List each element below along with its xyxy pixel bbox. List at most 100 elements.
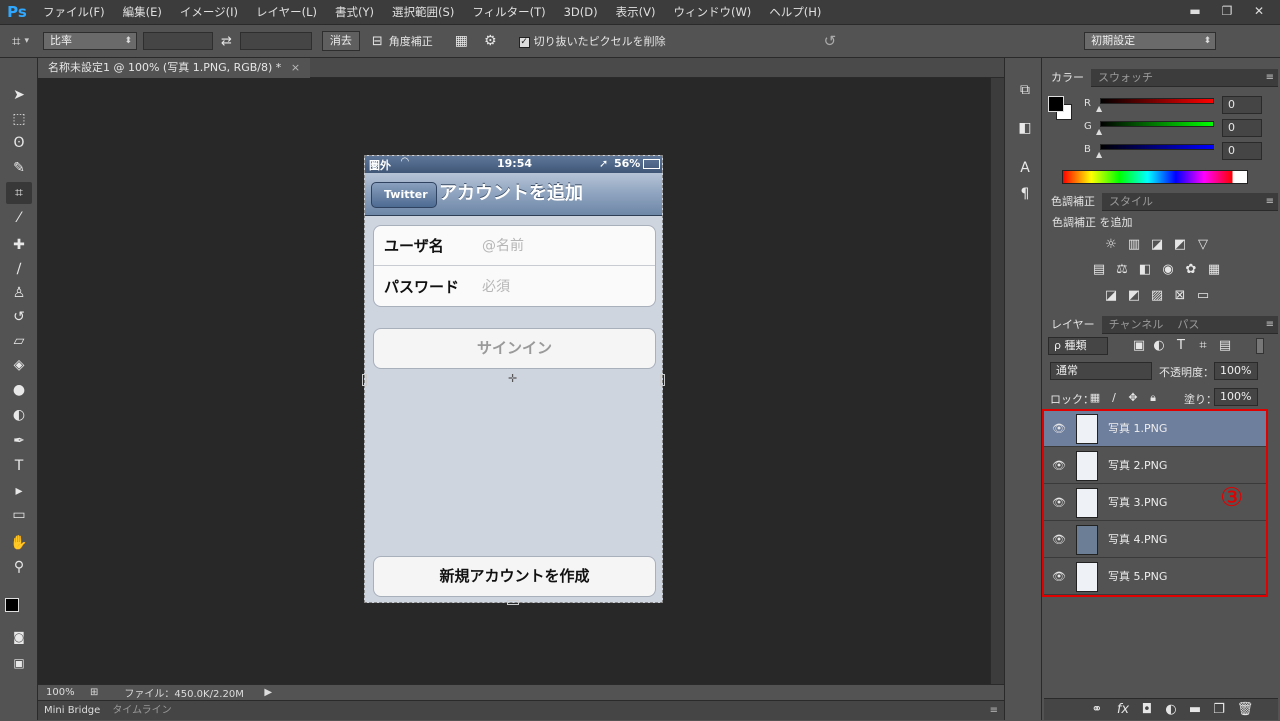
ratio-width-field[interactable] bbox=[142, 32, 213, 50]
new-layer-icon[interactable]: ❐ bbox=[1210, 701, 1228, 719]
menu-view[interactable]: 表示(V) bbox=[607, 0, 665, 24]
layer-filter-select[interactable]: ρ 種類 bbox=[1048, 337, 1108, 355]
menu-select[interactable]: 選択範囲(S) bbox=[383, 0, 463, 24]
create-account-button[interactable]: 新規アカウントを作成 bbox=[373, 556, 656, 597]
back-button[interactable]: Twitter bbox=[371, 182, 437, 208]
hand-tool-icon[interactable]: ✋ bbox=[6, 532, 32, 554]
menu-edit[interactable]: 編集(E) bbox=[114, 0, 171, 24]
selective-color-icon[interactable]: ⊠ bbox=[1171, 287, 1189, 305]
tab-layers[interactable]: レイヤー bbox=[1044, 315, 1102, 334]
path-select-tool-icon[interactable]: ▸ bbox=[6, 480, 32, 502]
curves-icon[interactable]: ◪ bbox=[1148, 236, 1166, 254]
close-tab-icon[interactable]: × bbox=[291, 61, 300, 74]
filter-adjustment-icon[interactable]: ◐ bbox=[1150, 337, 1168, 355]
swap-icon[interactable]: ⇄ bbox=[221, 34, 232, 49]
tab-adjustments[interactable]: 色調補正 bbox=[1044, 192, 1102, 211]
reset-icon[interactable]: ↺ bbox=[824, 32, 837, 50]
filter-shape-icon[interactable]: ⌗ bbox=[1194, 337, 1212, 355]
character-panel-icon[interactable]: A bbox=[1014, 158, 1036, 178]
rectangle-tool-icon[interactable]: ▭ bbox=[6, 504, 32, 526]
eyedropper-tool-icon[interactable]: ⁄ bbox=[6, 207, 32, 229]
crop-handle-left[interactable] bbox=[362, 374, 367, 386]
vertical-scrollbar[interactable] bbox=[990, 78, 1004, 684]
blend-mode-select[interactable]: 通常 bbox=[1050, 362, 1152, 380]
menu-type[interactable]: 書式(Y) bbox=[326, 0, 383, 24]
r-slider-knob-icon[interactable]: ▲ bbox=[1096, 104, 1102, 113]
paragraph-panel-icon[interactable]: ¶ bbox=[1014, 184, 1036, 204]
password-row[interactable]: パスワード 必須 bbox=[374, 267, 655, 307]
g-slider[interactable] bbox=[1100, 121, 1214, 127]
move-tool-icon[interactable]: ➤ bbox=[6, 84, 32, 106]
close-button[interactable]: ✕ bbox=[1246, 2, 1272, 20]
chevron-down-icon[interactable]: ▾ bbox=[24, 36, 29, 46]
vibrance-icon[interactable]: ▽ bbox=[1194, 236, 1212, 254]
zoom-tool-icon[interactable]: ⚲ bbox=[6, 556, 32, 578]
username-row[interactable]: ユーザ名 @名前 bbox=[374, 226, 655, 266]
crop-tool-preset-icon[interactable]: ⌗ bbox=[12, 32, 20, 50]
b-value-field[interactable]: 0 bbox=[1222, 142, 1262, 160]
filter-pixel-icon[interactable]: ▣ bbox=[1130, 337, 1148, 355]
panel-menu-icon[interactable]: ≡ bbox=[1266, 193, 1274, 211]
tab-color[interactable]: カラー bbox=[1044, 68, 1091, 87]
photo-filter-icon[interactable]: ◉ bbox=[1159, 261, 1177, 279]
lock-pixels-icon[interactable]: ∕ bbox=[1105, 389, 1123, 407]
history-brush-tool-icon[interactable]: ↺ bbox=[6, 306, 32, 328]
ratio-height-field[interactable] bbox=[239, 32, 312, 50]
color-foreground-swatch[interactable] bbox=[1048, 96, 1064, 112]
panel-menu-icon[interactable]: ≡ bbox=[990, 705, 998, 716]
threshold-icon[interactable]: ▨ bbox=[1148, 287, 1166, 305]
tab-mini-bridge[interactable]: Mini Bridge bbox=[38, 701, 106, 721]
color-spectrum-bar[interactable] bbox=[1062, 170, 1248, 184]
lock-all-icon[interactable]: 🔒︎ bbox=[1144, 389, 1162, 407]
filter-type-icon[interactable]: T bbox=[1172, 337, 1190, 355]
pen-tool-icon[interactable]: ✒ bbox=[6, 430, 32, 452]
filter-toggle[interactable] bbox=[1256, 338, 1264, 354]
clear-button[interactable]: 消去 bbox=[321, 31, 360, 51]
phone-screenshot-layer[interactable]: 圏外 ◠ 19:54 ➚ 56% Twitter アカウントを追加 ユーザ名 @… bbox=[364, 155, 663, 603]
tab-paths[interactable]: パス bbox=[1170, 316, 1206, 334]
paint-bucket-tool-icon[interactable]: ◈ bbox=[6, 354, 32, 376]
restore-button[interactable]: ❐ bbox=[1214, 2, 1240, 20]
menu-3d[interactable]: 3D(D) bbox=[555, 0, 607, 24]
tab-styles[interactable]: スタイル bbox=[1102, 193, 1160, 211]
workspace-select[interactable]: 初期設定 bbox=[1084, 32, 1217, 50]
menu-window[interactable]: ウィンドウ(W) bbox=[664, 0, 760, 24]
fill-field[interactable]: 100% bbox=[1214, 388, 1258, 406]
channel-mixer-icon[interactable]: ✿ bbox=[1182, 261, 1200, 279]
panel-menu-icon[interactable]: ≡ bbox=[1266, 69, 1274, 87]
tab-timeline[interactable]: タイムライン bbox=[106, 701, 177, 721]
r-slider[interactable] bbox=[1100, 98, 1214, 104]
delete-cropped-checkbox[interactable]: ✓ 切り抜いたピクセルを削除 bbox=[518, 33, 666, 49]
hue-saturation-icon[interactable]: ▤ bbox=[1090, 261, 1108, 279]
r-value-field[interactable]: 0 bbox=[1222, 96, 1262, 114]
crop-handle-bottom[interactable] bbox=[507, 600, 519, 605]
lock-position-icon[interactable]: ✥ bbox=[1124, 389, 1142, 407]
type-tool-icon[interactable]: T bbox=[6, 455, 32, 477]
minimize-button[interactable]: ▬ bbox=[1182, 2, 1208, 20]
history-panel-icon[interactable]: ⧉ bbox=[1014, 80, 1036, 100]
crop-tool-icon[interactable]: ⌗ bbox=[6, 182, 32, 204]
menu-file[interactable]: ファイル(F) bbox=[34, 0, 114, 24]
quick-select-tool-icon[interactable]: ✎ bbox=[6, 157, 32, 179]
new-group-icon[interactable]: ▬ bbox=[1186, 701, 1204, 719]
zoom-level[interactable]: 100% bbox=[46, 687, 86, 698]
ratio-select[interactable]: 比率 bbox=[42, 32, 137, 50]
menu-help[interactable]: ヘルプ(H) bbox=[760, 0, 830, 24]
blur-tool-icon[interactable]: ● bbox=[6, 379, 32, 401]
status-menu-arrow-icon[interactable]: ▶ bbox=[264, 687, 272, 698]
posterize-icon[interactable]: ◩ bbox=[1125, 287, 1143, 305]
document-tab[interactable]: 名称未設定1 @ 100% (写真 1.PNG, RGB/8) * × bbox=[38, 58, 311, 78]
marquee-tool-icon[interactable]: ⬚ bbox=[6, 108, 32, 130]
color-lookup-icon[interactable]: ▦ bbox=[1205, 261, 1223, 279]
gear-icon[interactable]: ⚙ bbox=[484, 33, 497, 49]
tab-channels[interactable]: チャンネル bbox=[1102, 316, 1171, 334]
layer-mask-icon[interactable]: ◘ bbox=[1138, 701, 1156, 719]
layer-style-icon[interactable]: fx bbox=[1114, 701, 1132, 719]
link-layers-icon[interactable]: ⚭ bbox=[1088, 701, 1106, 719]
menu-layer[interactable]: レイヤー(L) bbox=[247, 0, 326, 24]
screen-mode-icon[interactable]: ▣ bbox=[6, 652, 32, 674]
grid-overlay-icon[interactable]: ▦ bbox=[455, 33, 468, 49]
lock-transparent-icon[interactable]: ▦ bbox=[1086, 389, 1104, 407]
menu-filter[interactable]: フィルター(T) bbox=[463, 0, 554, 24]
delete-layer-icon[interactable]: 🗑︎ bbox=[1236, 701, 1254, 719]
